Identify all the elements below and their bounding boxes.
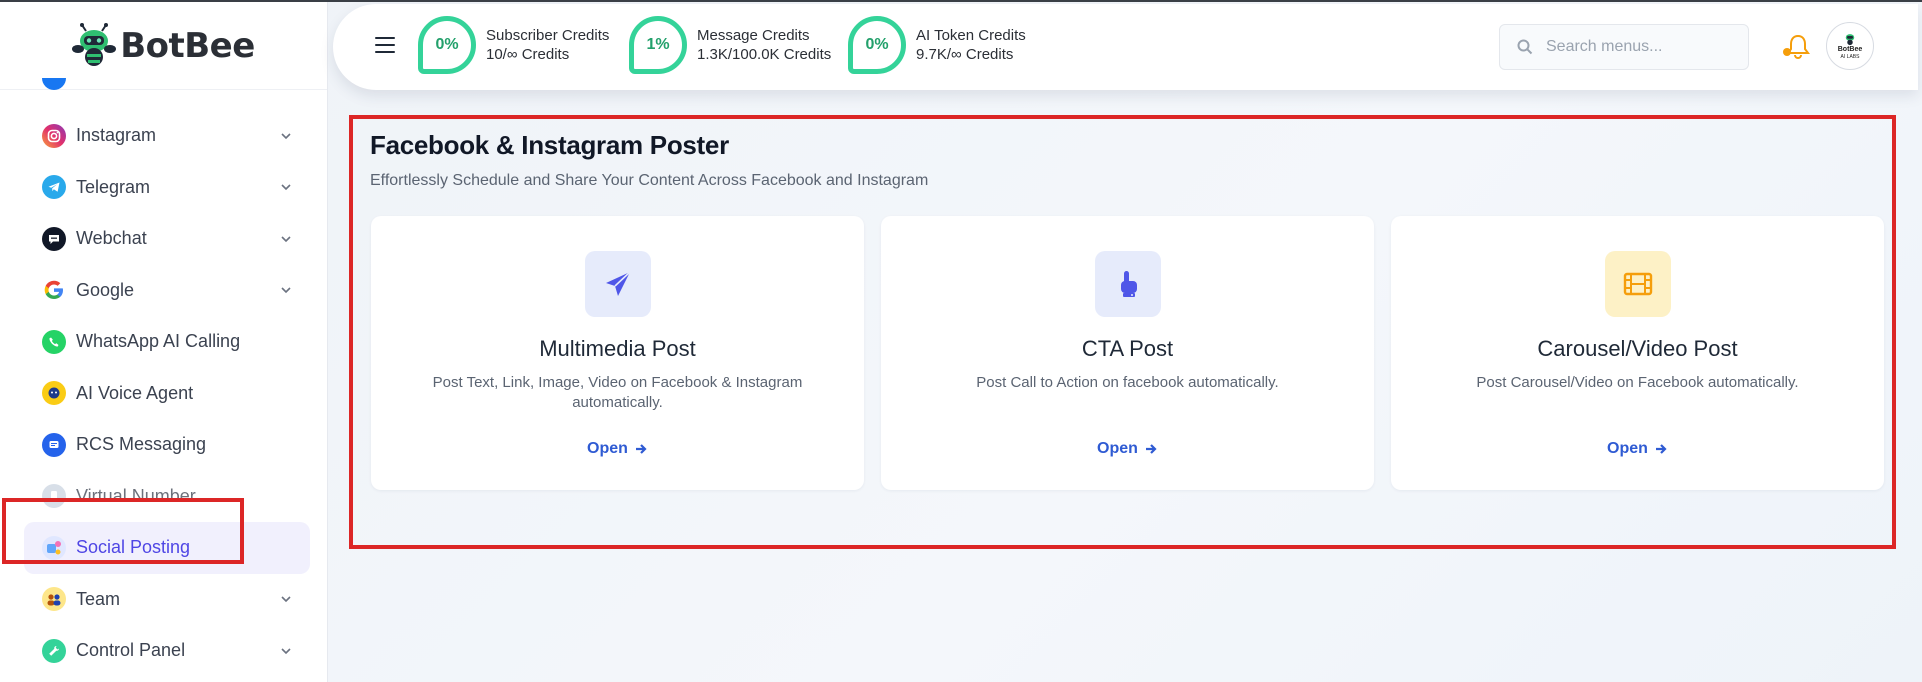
team-icon [42,587,66,612]
bee-robot-icon [1845,34,1855,46]
page-subtitle: Effortlessly Schedule and Share Your Con… [370,172,929,189]
chevron-down-icon [280,181,292,193]
brand-name: BotBee [120,25,255,66]
sidebar-item-team[interactable]: Team [0,574,327,626]
webchat-icon [42,226,66,251]
card-title: CTA Post [1081,336,1174,361]
card-icon-wrap [1094,251,1161,317]
hand-pointer-icon [1120,271,1137,297]
sidebar-item-webchat[interactable]: Webchat [0,213,327,265]
credit-label: Subscriber Credits [486,27,610,44]
credit-percent-badge: 0% [848,16,906,74]
card-title: Multimedia Post [539,336,696,361]
page-title: Facebook & Instagram Poster [370,130,729,160]
sidebar-item-control-panel[interactable]: Control Panel [0,625,327,677]
telegram-icon [42,175,66,200]
sidebar: BotBee Instagram Telegram Webchat Google… [0,2,328,682]
card-multimedia-post: Multimedia Post Post Text, Link, Image, … [371,216,864,490]
credit-value: 1.3K/100.0K Credits [697,46,832,63]
open-multimedia-post-link[interactable]: Open [371,440,864,458]
sidebar-item-whatsapp-ai-calling[interactable]: WhatsApp AI Calling [0,316,327,368]
sidebar-item-telegram[interactable]: Telegram [0,162,327,214]
sidebar-item-google[interactable]: Google [0,265,327,317]
brand-logo[interactable]: BotBee [72,22,255,69]
card-cta-post: CTA Post Post Call to Action on facebook… [881,216,1374,490]
paper-plane-icon [605,271,631,296]
chevron-down-icon [280,593,292,605]
search-icon [1517,39,1533,55]
search-box[interactable] [1499,24,1749,70]
whatsapp-call-icon [42,329,66,354]
open-carousel-video-post-link[interactable]: Open [1391,440,1884,458]
sidebar-item-label: Google [76,279,135,300]
ai-token-credits: 0% AI Token Credits 9.7K/∞ Credits [848,16,1026,74]
card-title: Carousel/Video Post [1537,336,1738,361]
sidebar-item-rcs-messaging[interactable]: RCS Messaging [0,419,327,471]
logo-area: BotBee [0,2,327,90]
avatar-brand-text: BotBee [1837,46,1863,53]
card-description: Post Carousel/Video on Facebook automati… [1476,374,1799,391]
sidebar-item-label: Webchat [76,228,147,249]
sidebar-nav: Instagram Telegram Webchat Google WhatsA… [0,110,327,677]
sidebar-item-virtual-number[interactable]: Virtual Number [0,471,327,523]
bell-icon [1783,34,1810,60]
sidebar-item-instagram[interactable]: Instagram [0,110,327,162]
card-carousel-video-post: Carousel/Video Post Post Carousel/Video … [1391,216,1884,490]
sidebar-item-label: Team [76,588,121,609]
avatar-sub-text: AI LABS [1840,54,1860,60]
search-input[interactable] [1544,37,1738,57]
instagram-icon [42,123,66,148]
app-root: BotBee Instagram Telegram Webchat Google… [0,0,1922,682]
arrow-right-icon [1145,444,1157,454]
sidebar-item-social-posting[interactable]: Social Posting [24,522,310,574]
sidebar-item-label: Control Panel [76,640,186,661]
message-credits: 1% Message Credits 1.3K/100.0K Credits [629,16,832,74]
sidebar-item-label: AI Voice Agent [76,382,194,403]
top-header: 0% Subscriber Credits 10/∞ Credits 1% Me… [333,4,1918,90]
credit-value: 10/∞ Credits [486,46,570,63]
credit-label: AI Token Credits [916,27,1026,44]
sidebar-item-label: Social Posting [76,537,191,558]
card-icon-wrap [584,251,651,317]
sidebar-item-label: WhatsApp AI Calling [76,331,241,352]
open-link-label: Open [587,440,628,457]
facebook-icon [42,78,66,90]
card-icon-wrap [1604,251,1671,317]
google-icon [42,278,66,303]
credit-label: Message Credits [697,27,810,44]
card-description: Post Call to Action on facebook automati… [976,374,1279,391]
rcs-icon [42,432,66,457]
voice-agent-icon [42,381,66,406]
sidebar-item-label: Telegram [76,176,151,197]
bee-robot-icon [72,22,117,66]
notifications-button[interactable] [1781,32,1815,62]
sidebar-item-ai-voice-agent[interactable]: AI Voice Agent [0,368,327,420]
chevron-down-icon [280,130,292,142]
avatar[interactable]: BotBee AI LABS [1826,22,1874,70]
menu-toggle-button[interactable] [375,37,395,55]
card-description: Post Text, Link, Image, Video on Faceboo… [432,374,803,411]
sidebar-item-label: Instagram [76,125,157,146]
subscriber-credits: 0% Subscriber Credits 10/∞ Credits [418,16,610,74]
film-icon [1623,272,1652,296]
chevron-down-icon [280,284,292,296]
arrow-right-icon [635,444,647,454]
open-link-label: Open [1097,440,1138,457]
credit-percent-badge: 0% [418,16,476,74]
open-cta-post-link[interactable]: Open [881,440,1374,458]
credit-value: 9.7K/∞ Credits [916,46,1014,63]
sidebar-item-label: RCS Messaging [76,434,207,455]
chevron-down-icon [280,233,292,245]
wrench-icon [42,638,66,663]
chevron-down-icon [280,645,292,657]
social-posting-icon [42,535,66,560]
credit-percent-badge: 1% [629,16,687,74]
open-link-label: Open [1607,440,1648,457]
sidebar-item-label: Virtual Number [76,485,196,506]
hamburger-icon [375,37,395,39]
arrow-right-icon [1655,444,1667,454]
phone-icon [42,484,66,509]
